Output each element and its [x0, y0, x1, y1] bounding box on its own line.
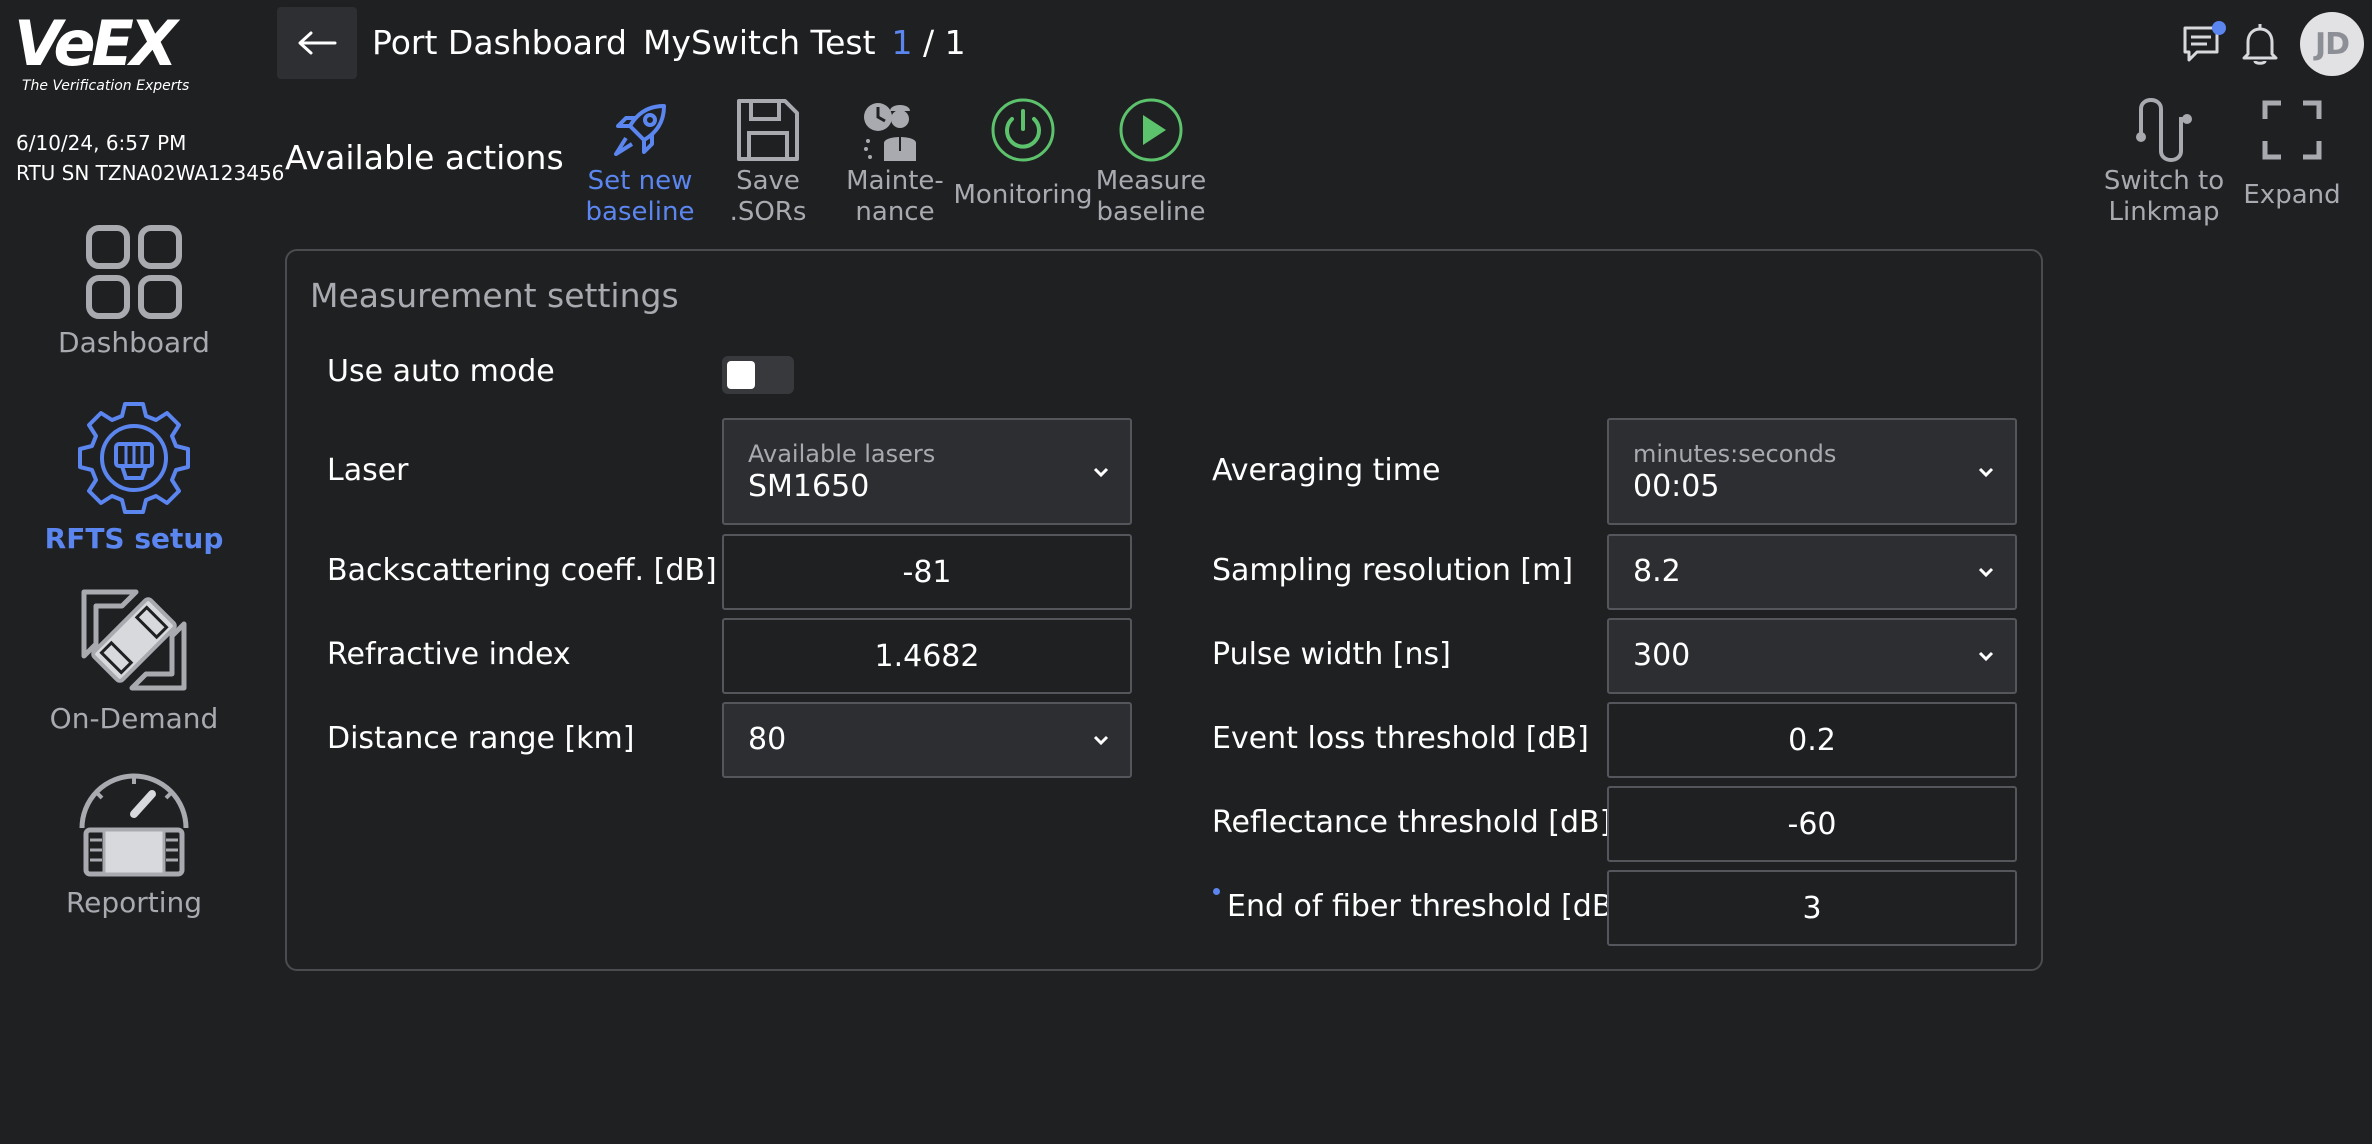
notifications-button[interactable] [2232, 16, 2288, 72]
action-label-line1: Measure [1095, 166, 1207, 196]
panel-title: Measurement settings [310, 276, 679, 315]
page-subtitle: MySwitch Test [642, 23, 876, 62]
chevron-down-icon [1978, 651, 1994, 662]
averaging-time-value: 00:05 [1633, 468, 1720, 504]
monitoring-button[interactable]: Monitoring [953, 94, 1093, 211]
laser-select[interactable]: Available lasers SM1650 [722, 418, 1132, 525]
chevron-down-icon [1093, 467, 1109, 477]
page-title-text: Port Dashboard [372, 23, 627, 62]
pulse-width-value: 300 [1633, 638, 1691, 673]
sidebar-item-label: Reporting [65, 886, 203, 919]
page-total: / 1 [923, 23, 966, 62]
action-label-line2: .SORs [729, 197, 807, 227]
action-label-line1: Switch to [2103, 166, 2225, 196]
action-label-line1: Save [736, 166, 800, 196]
device-datetime: 6/10/24, 6:57 PM [16, 131, 187, 155]
avatar[interactable]: JD [2300, 12, 2364, 76]
chat-icon [2183, 21, 2226, 62]
sidebar-item-label: RFTS setup [44, 522, 224, 555]
measure-baseline-button[interactable]: Measure baseline [1086, 94, 1216, 228]
back-button[interactable] [277, 7, 357, 79]
expand-icon [2262, 100, 2322, 160]
chevron-down-icon [1978, 467, 1994, 477]
refractive-index-label: Refractive index [327, 637, 571, 672]
maintenance-button[interactable]: Mainte- nance [830, 94, 960, 228]
action-label-line1: Set new [587, 166, 693, 196]
maintenance-icon [864, 103, 916, 161]
event-loss-label: Event loss threshold [dB] [1212, 721, 1589, 756]
modified-indicator [1213, 888, 1220, 895]
event-loss-input[interactable]: 0.2 [1607, 702, 2017, 778]
action-label-line2: Linkmap [2108, 197, 2220, 227]
action-label-line1: Mainte- [846, 166, 944, 196]
save-sors-button[interactable]: Save .SORs [703, 94, 833, 228]
sidebar-item-rfts-setup[interactable]: RFTS setup [0, 400, 268, 555]
sampling-resolution-label: Sampling resolution [m] [1212, 553, 1574, 588]
linkmap-icon [2136, 98, 2192, 162]
arrow-left-icon [298, 31, 337, 55]
page-current: 1 [891, 23, 913, 62]
auto-mode-label: Use auto mode [327, 354, 555, 389]
expand-button[interactable]: Expand [2227, 94, 2357, 211]
averaging-time-label: Averaging time [1212, 453, 1441, 488]
switch-to-linkmap-button[interactable]: Switch to Linkmap [2099, 94, 2229, 228]
gauge-icon [79, 773, 189, 877]
action-label-line2: baseline [585, 197, 695, 227]
messages-button[interactable] [2175, 16, 2231, 72]
end-of-fiber-label: End of fiber threshold [dB] [1227, 889, 1625, 924]
distance-range-select[interactable]: 80 [722, 702, 1132, 778]
averaging-time-hint: minutes:seconds [1633, 439, 1837, 468]
set-new-baseline-button[interactable]: Set new baseline [575, 94, 705, 228]
ondemand-icon [81, 589, 187, 691]
play-icon [1119, 98, 1183, 162]
actions-title: Available actions [285, 138, 564, 177]
reflectance-label: Reflectance threshold [dB] [1212, 805, 1612, 840]
distance-range-label: Distance range [km] [327, 721, 635, 756]
action-label-line2: baseline [1096, 197, 1206, 227]
power-icon [991, 98, 1055, 162]
logo-tagline: The Verification Experts [22, 78, 190, 94]
sidebar-item-label: Dashboard [58, 326, 210, 359]
action-label-line2: nance [855, 197, 935, 227]
action-label-line1: Monitoring [953, 180, 1093, 210]
refractive-index-input[interactable]: 1.4682 [722, 618, 1132, 694]
backscatter-input[interactable]: -81 [722, 534, 1132, 610]
logo-text: VeEX [14, 7, 178, 80]
device-serial: RTU SN TZNA02WA123456 [16, 161, 285, 185]
backscatter-label: Backscattering coeff. [dB] [327, 553, 717, 588]
page-title: Port Dashboard MySwitch Test 1 / 1 [372, 20, 966, 66]
sidebar-item-on-demand[interactable]: On-Demand [0, 584, 268, 735]
laser-select-value: SM1650 [748, 468, 870, 504]
chevron-down-icon [1093, 735, 1109, 746]
sampling-resolution-select[interactable]: 8.2 [1607, 534, 2017, 610]
pulse-width-select[interactable]: 300 [1607, 618, 2017, 694]
sampling-resolution-value: 8.2 [1633, 554, 1681, 589]
save-icon [737, 99, 799, 161]
action-label-line1: Expand [2243, 180, 2341, 210]
pulse-width-label: Pulse width [ns] [1212, 637, 1451, 672]
device-info: 6/10/24, 6:57 PM RTU SN TZNA02WA123456 [16, 128, 284, 188]
distance-range-value: 80 [748, 722, 787, 757]
sidebar-item-label: On-Demand [49, 702, 219, 735]
toggle-knob [727, 361, 755, 389]
reflectance-input[interactable]: -60 [1607, 786, 2017, 862]
end-of-fiber-input[interactable]: 3 [1607, 870, 2017, 946]
rocket-icon [614, 104, 666, 156]
laser-label: Laser [327, 453, 409, 488]
sidebar-item-dashboard[interactable]: Dashboard [0, 224, 268, 359]
gear-icon [78, 402, 190, 514]
averaging-time-select[interactable]: minutes:seconds 00:05 [1607, 418, 2017, 525]
veex-logo: VeEX The Verification Experts [14, 12, 214, 98]
grid-icon [86, 225, 182, 319]
chevron-down-icon [1978, 567, 1994, 578]
sidebar-item-reporting[interactable]: Reporting [0, 768, 268, 919]
laser-select-hint: Available lasers [748, 439, 936, 468]
bell-icon [2242, 24, 2278, 65]
auto-mode-toggle[interactable] [722, 356, 794, 394]
